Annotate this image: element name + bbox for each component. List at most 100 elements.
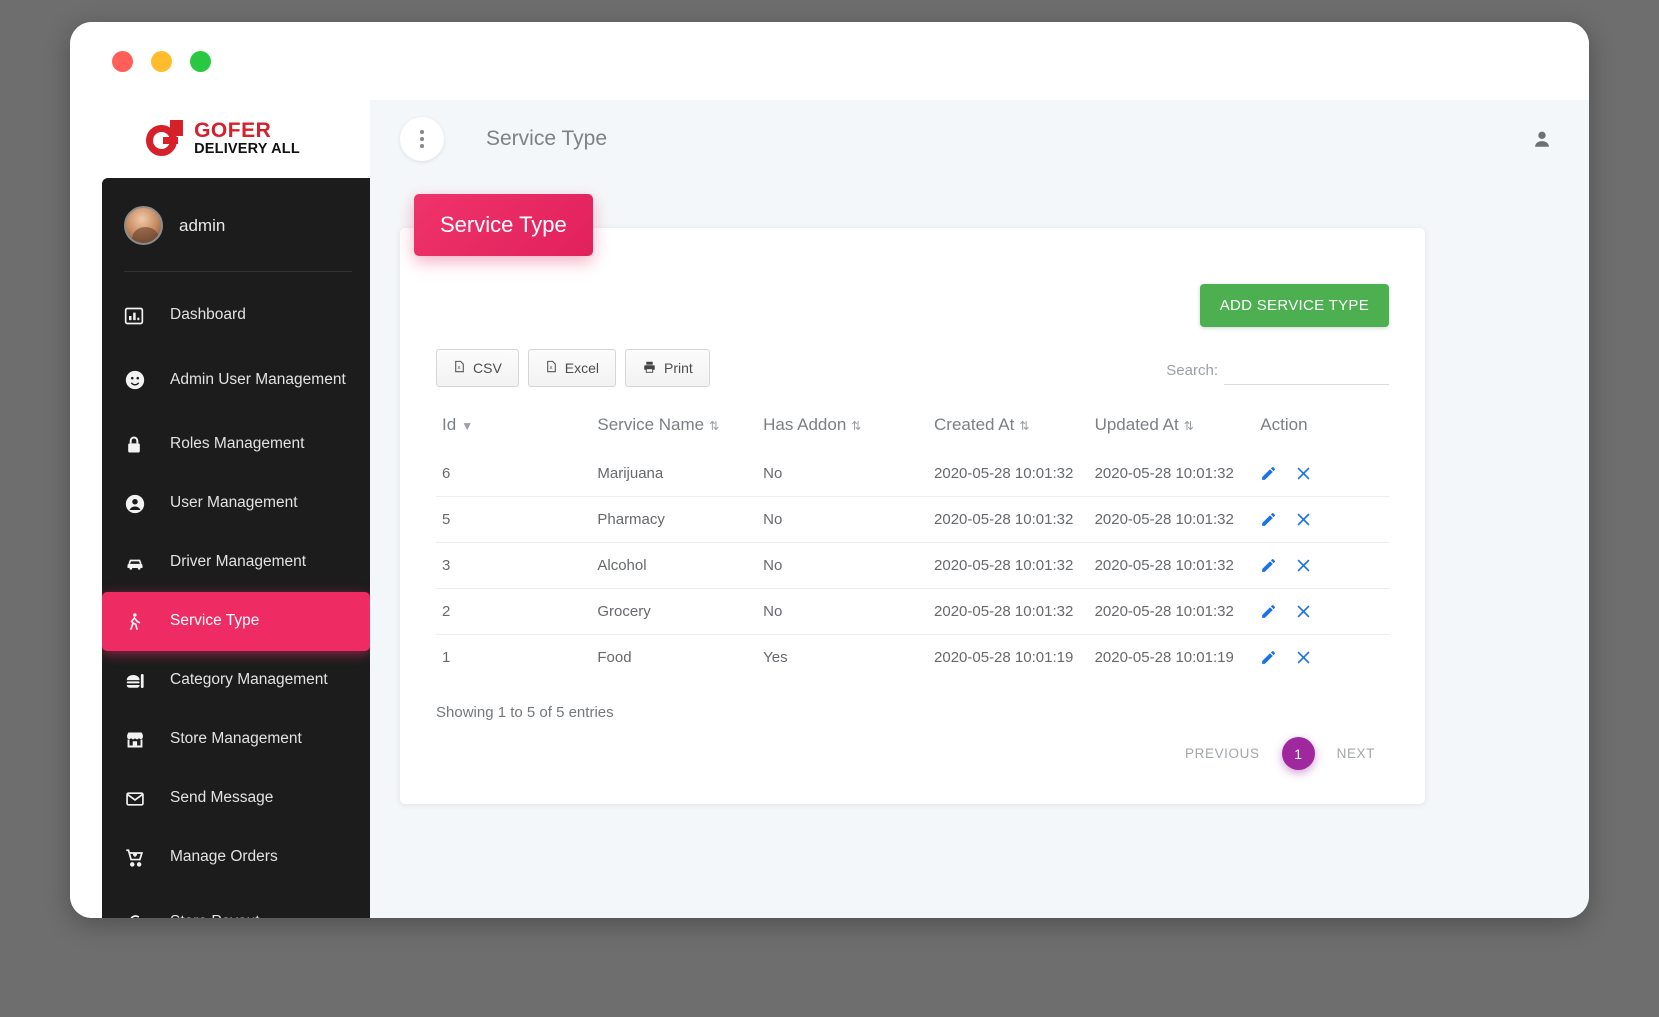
cell-service-name: Alcohol xyxy=(591,542,758,589)
sidebar-item-manage-orders[interactable]: Manage Orders xyxy=(102,828,370,887)
pencil-icon[interactable] xyxy=(1260,557,1277,574)
printer-icon xyxy=(642,360,657,377)
column-label: Id xyxy=(442,415,457,434)
print-button[interactable]: Print xyxy=(625,349,710,387)
close-x-icon[interactable] xyxy=(1295,649,1312,666)
pencil-icon[interactable] xyxy=(1260,649,1277,666)
table-body: 6 Marijuana No 2020-05-28 10:01:32 2020-… xyxy=(436,451,1389,680)
column-label: Service Name xyxy=(597,415,705,434)
envelope-icon xyxy=(124,789,170,809)
search-label: Search: xyxy=(1166,362,1218,379)
pencil-icon[interactable] xyxy=(1260,465,1277,482)
page-title: Service Type xyxy=(486,127,608,150)
browser-window: GOFER DELIVERY ALL admin Dashboard Admin… xyxy=(70,22,1589,918)
cell-action xyxy=(1254,496,1389,543)
sidebar-item-roles-management[interactable]: Roles Management xyxy=(102,415,370,474)
admin-users-icon xyxy=(124,369,170,391)
brand-name-bottom: DELIVERY ALL xyxy=(194,141,300,158)
cell-updated-at: 2020-05-28 10:01:32 xyxy=(1094,465,1234,482)
column-header-has-addon[interactable]: Has Addon ⇅ xyxy=(757,405,928,451)
sort-both-icon: ⇅ xyxy=(1019,419,1030,433)
pagination-next[interactable]: NEXT xyxy=(1337,746,1375,761)
cell-updated-at: 2020-05-28 10:01:32 xyxy=(1088,588,1255,635)
pencil-icon[interactable] xyxy=(1260,603,1277,620)
column-header-service-name[interactable]: Service Name ⇅ xyxy=(591,405,757,451)
sidebar-item-driver-management[interactable]: Driver Management xyxy=(102,533,370,592)
pencil-icon[interactable] xyxy=(1260,511,1277,528)
cart-plus-icon xyxy=(124,847,170,869)
close-x-icon[interactable] xyxy=(1295,603,1312,620)
search-input[interactable] xyxy=(1224,359,1389,385)
cell-created-at: 2020-05-28 10:01:32 xyxy=(928,588,1089,635)
close-x-icon[interactable] xyxy=(1295,511,1312,528)
sidebar-user-name: admin xyxy=(179,215,226,235)
sidebar-item-label: Store Management xyxy=(170,730,302,748)
sidebar-item-send-message[interactable]: Send Message xyxy=(102,769,370,828)
kebab-menu-icon[interactable] xyxy=(400,117,444,161)
sidebar-item-store-management[interactable]: Store Management xyxy=(102,710,370,769)
service-type-table: Id ▼ Service Name ⇅ Has Addon ⇅ Created At ⇅ xyxy=(436,405,1389,680)
close-x-icon[interactable] xyxy=(1295,557,1312,574)
avatar xyxy=(124,206,163,245)
cell-has-addon: Yes xyxy=(757,634,929,680)
brand-name-top: GOFER xyxy=(194,119,272,143)
column-label: Created At xyxy=(934,415,1015,434)
column-header-id[interactable]: Id ▼ xyxy=(436,405,591,451)
sidebar-nav-panel: admin Dashboard Admin User Management Ro… xyxy=(102,178,370,918)
cell-has-addon: No xyxy=(757,542,929,589)
euro-icon xyxy=(124,911,170,918)
sidebar-user[interactable]: admin xyxy=(124,178,352,272)
cell-service-name: Pharmacy xyxy=(591,496,758,543)
cell-created-at: 2020-05-28 10:01:32 xyxy=(928,542,1089,589)
sidebar-item-label: Store Payout xyxy=(170,912,260,918)
pagination-previous[interactable]: PREVIOUS xyxy=(1185,746,1260,761)
close-window-button[interactable] xyxy=(112,50,133,72)
table-info: Showing 1 to 5 of 5 entries xyxy=(436,704,614,721)
car-icon xyxy=(124,553,170,573)
cell-action xyxy=(1254,588,1389,635)
lock-icon xyxy=(124,435,170,455)
minimize-window-button[interactable] xyxy=(151,50,172,72)
user-account-icon[interactable] xyxy=(1531,128,1553,150)
table-row: 3 Alcohol No 2020-05-28 10:01:32 2020-05… xyxy=(436,542,1389,589)
column-header-action: Action xyxy=(1254,405,1389,451)
maximize-window-button[interactable] xyxy=(190,50,211,72)
sidebar-item-user-management[interactable]: User Management xyxy=(102,474,370,533)
app-body: GOFER DELIVERY ALL admin Dashboard Admin… xyxy=(70,100,1589,918)
cell-created-at: 2020-05-28 10:01:32 xyxy=(928,496,1089,543)
sidebar-item-label: Dashboard xyxy=(170,306,246,324)
cell-id: 5 xyxy=(436,496,592,543)
cell-id: 2 xyxy=(436,588,592,635)
chart-bar-icon xyxy=(124,306,170,326)
cell-has-addon: No xyxy=(757,588,929,635)
close-x-icon[interactable] xyxy=(1295,465,1312,482)
cell-id: 1 xyxy=(436,634,592,680)
sidebar-item-service-type[interactable]: Service Type xyxy=(102,592,370,651)
cell-service-name: Grocery xyxy=(591,588,758,635)
sidebar-item-label: Driver Management xyxy=(170,553,307,571)
cell-action xyxy=(1254,451,1389,497)
walking-person-icon xyxy=(124,611,170,633)
table-header-row: Id ▼ Service Name ⇅ Has Addon ⇅ Created At ⇅ xyxy=(436,405,1389,451)
add-service-type-button[interactable]: ADD SERVICE TYPE xyxy=(1199,284,1389,327)
svg-text:x: x xyxy=(549,365,553,371)
sidebar-item-label: Admin User Management xyxy=(170,370,346,388)
column-header-created-at[interactable]: Created At ⇅ xyxy=(928,405,1089,451)
export-excel-button[interactable]: x Excel xyxy=(527,349,617,387)
sidebar-item-dashboard[interactable]: Dashboard xyxy=(102,286,370,345)
sidebar-item-category-management[interactable]: Category Management xyxy=(102,651,370,710)
sort-desc-icon: ▼ xyxy=(461,419,474,433)
sidebar: GOFER DELIVERY ALL admin Dashboard Admin… xyxy=(70,100,370,918)
sidebar-item-store-payout[interactable]: Store Payout xyxy=(102,887,370,918)
file-excel-icon: x xyxy=(545,359,558,377)
pagination-page-1[interactable]: 1 xyxy=(1281,737,1315,770)
sidebar-item-admin-user-management[interactable]: Admin User Management xyxy=(102,345,370,415)
main-content: Service Type Service Type ADD SERVICE TY… xyxy=(370,100,1589,918)
sidebar-menu: Dashboard Admin User Management Roles Ma… xyxy=(102,272,370,918)
export-csv-button[interactable]: x CSV xyxy=(436,349,519,387)
sidebar-item-label: Roles Management xyxy=(170,435,305,453)
brand-logo[interactable]: GOFER DELIVERY ALL xyxy=(70,100,370,178)
column-label: Updated At xyxy=(1094,415,1179,434)
column-header-updated-at[interactable]: Updated At ⇅ xyxy=(1089,405,1255,451)
column-label: Has Addon xyxy=(763,415,847,434)
